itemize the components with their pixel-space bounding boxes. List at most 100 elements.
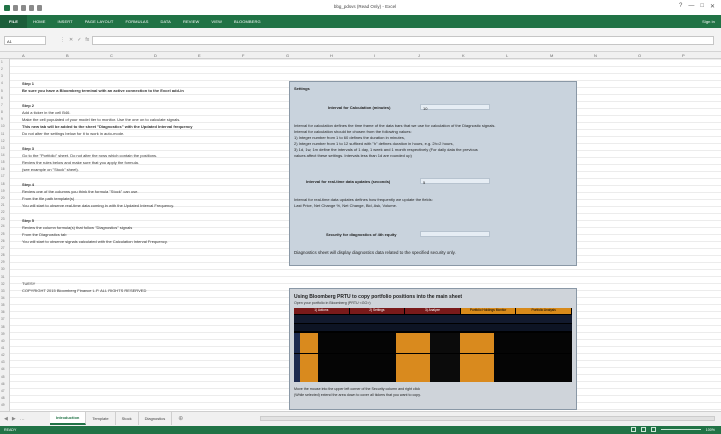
close-icon[interactable]: ✕ bbox=[710, 3, 715, 10]
row-header-cell[interactable]: 48 bbox=[1, 396, 5, 400]
column-header-cell[interactable]: F bbox=[242, 53, 244, 58]
minimize-icon[interactable]: — bbox=[688, 3, 694, 10]
tab-data[interactable]: DATA bbox=[154, 15, 176, 28]
sheet-tab-template[interactable]: Template bbox=[86, 412, 116, 425]
enter-icon[interactable]: ✓ bbox=[77, 37, 81, 43]
undo-icon[interactable] bbox=[21, 4, 26, 11]
row-header-cell[interactable]: 7 bbox=[1, 103, 3, 107]
row-header-cell[interactable]: 42 bbox=[1, 353, 5, 357]
row-header-cell[interactable]: 49 bbox=[1, 403, 5, 407]
add-sheet-icon[interactable]: ⊕ bbox=[172, 412, 189, 425]
row-header-cell[interactable]: 25 bbox=[1, 232, 5, 236]
help-icon[interactable]: ? bbox=[679, 3, 682, 10]
row-header-cell[interactable]: 39 bbox=[1, 332, 5, 336]
column-header-cell[interactable]: E bbox=[198, 53, 201, 58]
row-header-cell[interactable]: 4 bbox=[1, 81, 3, 85]
column-header-cell[interactable]: K bbox=[462, 53, 465, 58]
row-header-cell[interactable]: 28 bbox=[1, 253, 5, 257]
redo-icon[interactable] bbox=[29, 4, 34, 11]
page-layout-view-icon[interactable] bbox=[640, 427, 646, 432]
row-header-cell[interactable]: 33 bbox=[1, 289, 5, 293]
row-header-cell[interactable]: 32 bbox=[1, 282, 5, 286]
row-header-cell[interactable]: 41 bbox=[1, 346, 5, 350]
tab-file[interactable]: FILE bbox=[0, 15, 28, 28]
calc-interval-input[interactable]: 10 bbox=[420, 104, 490, 111]
customize-icon[interactable] bbox=[37, 4, 42, 11]
tab-formulas[interactable]: FORMULAS bbox=[119, 15, 154, 28]
column-header-cell[interactable]: G bbox=[286, 53, 289, 58]
horizontal-scrollbar[interactable] bbox=[260, 416, 715, 421]
more-icon[interactable]: ⋮ bbox=[60, 37, 65, 43]
tab-review[interactable]: REVIEW bbox=[177, 15, 205, 28]
row-header-cell[interactable]: 31 bbox=[1, 275, 5, 279]
row-header-cell[interactable]: 22 bbox=[1, 210, 5, 214]
column-header-cell[interactable]: P bbox=[682, 53, 685, 58]
insert-function-icon[interactable]: fx bbox=[85, 37, 89, 43]
row-header-cell[interactable]: 20 bbox=[1, 196, 5, 200]
column-header-cell[interactable]: N bbox=[594, 53, 597, 58]
row-header-cell[interactable]: 45 bbox=[1, 375, 5, 379]
row-header-cell[interactable]: 44 bbox=[1, 367, 5, 371]
row-header-cell[interactable]: 36 bbox=[1, 310, 5, 314]
row-header-cell[interactable]: 18 bbox=[1, 182, 5, 186]
row-header-cell[interactable]: 21 bbox=[1, 203, 5, 207]
column-header-cell[interactable]: I bbox=[374, 53, 375, 58]
column-header-cell[interactable]: M bbox=[550, 53, 553, 58]
column-header-cell[interactable]: J bbox=[418, 53, 420, 58]
row-header-cell[interactable]: 19 bbox=[1, 189, 5, 193]
column-header-cell[interactable]: L bbox=[506, 53, 508, 58]
sheet-tab-introduction[interactable]: Introduction bbox=[50, 412, 87, 425]
row-header-cell[interactable]: 40 bbox=[1, 339, 5, 343]
more-sheets-icon[interactable]: … bbox=[20, 416, 25, 422]
tab-page-layout[interactable]: PAGE LAYOUT bbox=[79, 15, 120, 28]
row-header-cell[interactable]: 27 bbox=[1, 246, 5, 250]
row-header-cell[interactable]: 26 bbox=[1, 239, 5, 243]
row-header-cell[interactable]: 35 bbox=[1, 303, 5, 307]
column-header-cell[interactable]: B bbox=[66, 53, 69, 58]
tab-view[interactable]: VIEW bbox=[205, 15, 228, 28]
row-header-cell[interactable]: 46 bbox=[1, 382, 5, 386]
cancel-icon[interactable]: ✕ bbox=[69, 37, 73, 43]
tab-home[interactable]: HOME bbox=[27, 15, 51, 28]
column-header-cell[interactable]: O bbox=[638, 53, 641, 58]
row-header-cell[interactable]: 47 bbox=[1, 389, 5, 393]
row-header-cell[interactable]: 24 bbox=[1, 224, 5, 228]
row-header-cell[interactable]: 5 bbox=[1, 89, 3, 93]
row-header-cell[interactable]: 29 bbox=[1, 260, 5, 264]
column-header-cell[interactable]: C bbox=[110, 53, 113, 58]
row-header-cell[interactable]: 1 bbox=[1, 60, 3, 64]
name-box[interactable]: A1 bbox=[4, 36, 46, 45]
row-header-cell[interactable]: 43 bbox=[1, 360, 5, 364]
row-header-cell[interactable]: 9 bbox=[1, 117, 3, 121]
column-header-cell[interactable]: D bbox=[154, 53, 157, 58]
row-header-cell[interactable]: 6 bbox=[1, 96, 3, 100]
rt-interval-input[interactable]: 5 bbox=[420, 178, 490, 185]
column-header-cell[interactable]: H bbox=[330, 53, 333, 58]
normal-view-icon[interactable] bbox=[630, 427, 636, 432]
sign-in-link[interactable]: Sign in bbox=[696, 15, 721, 28]
row-header-cell[interactable]: 30 bbox=[1, 267, 5, 271]
zoom-level[interactable]: 100% bbox=[706, 428, 715, 432]
row-header-cell[interactable]: 13 bbox=[1, 146, 5, 150]
row-header-cell[interactable]: 14 bbox=[1, 153, 5, 157]
formula-input[interactable] bbox=[92, 36, 714, 45]
tab-insert[interactable]: INSERT bbox=[51, 15, 78, 28]
diag-security-input[interactable] bbox=[420, 231, 490, 237]
row-header-cell[interactable]: 2 bbox=[1, 67, 3, 71]
prev-sheet-icon[interactable]: ◀ bbox=[4, 416, 8, 422]
row-header-cell[interactable]: 17 bbox=[1, 174, 5, 178]
row-header-cell[interactable]: 12 bbox=[1, 139, 5, 143]
row-header-cell[interactable]: 15 bbox=[1, 160, 5, 164]
row-header-cell[interactable]: 34 bbox=[1, 296, 5, 300]
page-break-view-icon[interactable] bbox=[650, 427, 656, 432]
maximize-icon[interactable]: □ bbox=[700, 3, 704, 10]
row-header-cell[interactable]: 8 bbox=[1, 110, 3, 114]
next-sheet-icon[interactable]: ▶ bbox=[12, 416, 16, 422]
column-header-cell[interactable]: A bbox=[22, 53, 25, 58]
sheet-tab-stock[interactable]: Stock bbox=[116, 412, 139, 425]
zoom-slider[interactable] bbox=[660, 429, 701, 430]
row-header-cell[interactable]: 16 bbox=[1, 167, 5, 171]
row-header-cell[interactable]: 3 bbox=[1, 74, 3, 78]
row-header-cell[interactable]: 11 bbox=[1, 132, 4, 136]
row-header-cell[interactable]: 38 bbox=[1, 325, 5, 329]
